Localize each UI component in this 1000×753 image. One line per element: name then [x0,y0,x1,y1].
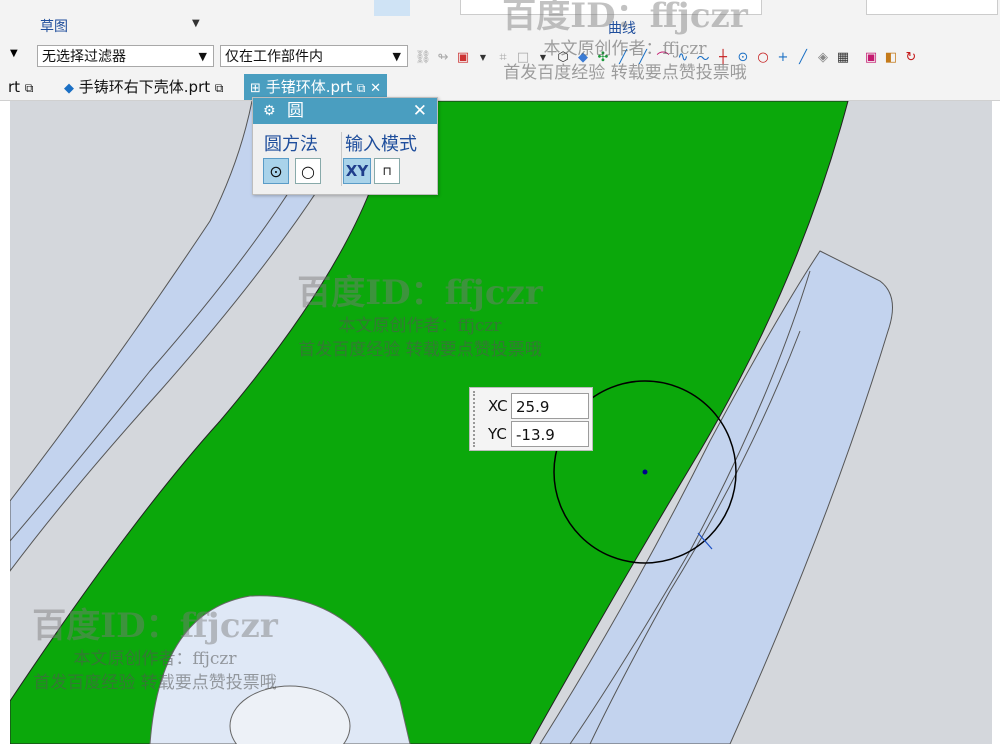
drag-handle[interactable] [473,391,479,447]
circle-3pt-button[interactable]: ○ [295,158,321,184]
grid-icon[interactable]: ▦ [834,48,852,66]
nx-window: 草图 ▼ 曲线 ▼ 无选择过滤器 ▼ 仅在工作部件内 ▼ ⛓ ↬ ▣ ▼ ⌗ □… [0,0,1000,753]
arrow-icon[interactable]: ↬ [434,48,452,66]
watermark-id: 百度ID：ffjczr [297,273,543,313]
watermark-center: 百度ID：ffjczr 本文原创作者：ffjczr 首发百度经验 转载要点赞投票… [280,265,560,362]
watermark-bottom-left: 百度ID：ffjczr 本文原创作者：ffjczr 首发百度经验 转载要点赞投票… [10,598,300,695]
watermark-id: 百度ID：ffjczr [32,606,278,646]
scope-select[interactable]: 仅在工作部件内 ▼ [220,45,408,67]
circle-center-button[interactable]: ⊙ [263,158,289,184]
circle-dialog: ⚙ 圆 ✕ 圆方法 输入模式 ⊙ ○ XY ⊓ [252,97,438,195]
plus-icon[interactable]: + [774,48,792,66]
watermark-id: 百度ID：ffjczr [502,0,748,36]
pin-icon[interactable]: ⧉ [25,81,34,95]
close-icon[interactable]: ✕ [370,81,381,96]
slash-icon[interactable]: ╱ [794,48,812,66]
watermark-author: 本文原创作者：ffjczr [73,649,237,669]
part-icon: ◆ [64,81,74,96]
watermark-author: 本文原创作者：ffjczr [338,316,502,336]
link-icon[interactable]: ⛓ [414,48,432,66]
tab-label: rt [8,78,21,96]
watermark-author: 本文原创作者：ffjczr [543,39,707,59]
watermark-top: 百度ID：ffjczr 本文原创作者：ffjczr 首发百度经验 转载要点赞投票… [480,0,770,85]
yc-input[interactable]: -13.9 [511,421,589,447]
window-icon[interactable]: ◧ [882,48,900,66]
ribbon-group-sketch[interactable]: 草图 [40,16,68,36]
refresh-icon[interactable]: ↻ [902,48,920,66]
ribbon-button[interactable] [374,0,410,16]
watermark-publish: 首发百度经验 转载要点赞投票哦 [298,340,542,360]
tab-prt-1[interactable]: rt ⧉ [2,74,39,100]
dialog-titlebar[interactable]: ⚙ 圆 ✕ [253,98,437,124]
xy-label: XY [345,162,369,180]
dropdown-arrow-icon: ▼ [392,50,401,63]
watermark-publish: 首发百度经验 转载要点赞投票哦 [33,673,277,693]
gear-icon[interactable]: ⚙ [263,98,276,124]
tab-label: 手锗环体.prt [265,78,353,96]
plane-input-icon: ⊓ [382,164,392,178]
xc-input[interactable]: 25.9 [511,393,589,419]
tab-lower-shell[interactable]: ◆ 手铸环右下壳体.prt ⧉ [58,74,229,100]
circle-center-icon: ⊙ [269,161,283,181]
close-icon[interactable]: ✕ [413,98,427,124]
dropdown-arrow-icon[interactable]: ▼ [192,18,200,29]
pin-icon[interactable]: ⧉ [215,81,224,95]
pin-icon[interactable]: ⧉ [357,81,366,95]
xc-label: XC [488,397,508,415]
dropdown-arrow-icon: ▼ [198,50,207,63]
scope-select-value: 仅在工作部件内 [225,49,323,65]
select-box-icon[interactable]: ▣ [454,48,472,66]
coordinate-entry: XC 25.9 YC -13.9 [469,387,593,451]
xy-mode-button[interactable]: XY [343,158,371,184]
group-divider [341,132,342,186]
dropdown-arrow-icon[interactable]: ▼ [10,48,18,59]
yc-label: YC [488,425,507,443]
watermark-publish: 首发百度经验 转载要点赞投票哦 [503,63,747,83]
view-icon[interactable]: ▣ [862,48,880,66]
ribbon-field-right[interactable] [866,0,998,15]
surface-icon[interactable]: ◈ [814,48,832,66]
yc-row: YC -13.9 [486,421,590,447]
circle-3pt-icon: ○ [301,161,315,181]
filter-select-value: 无选择过滤器 [42,49,126,65]
xc-row: XC 25.9 [486,393,590,419]
filter-select[interactable]: 无选择过滤器 ▼ [37,45,214,67]
assembly-icon: ⊞ [250,81,261,96]
tab-label: 手铸环右下壳体.prt [78,78,211,96]
circle-center-point [642,469,648,475]
plane-mode-button[interactable]: ⊓ [374,158,400,184]
method-group-label: 圆方法 [264,134,318,155]
input-group-label: 输入模式 [345,134,417,155]
dialog-title: 圆 [287,101,304,121]
